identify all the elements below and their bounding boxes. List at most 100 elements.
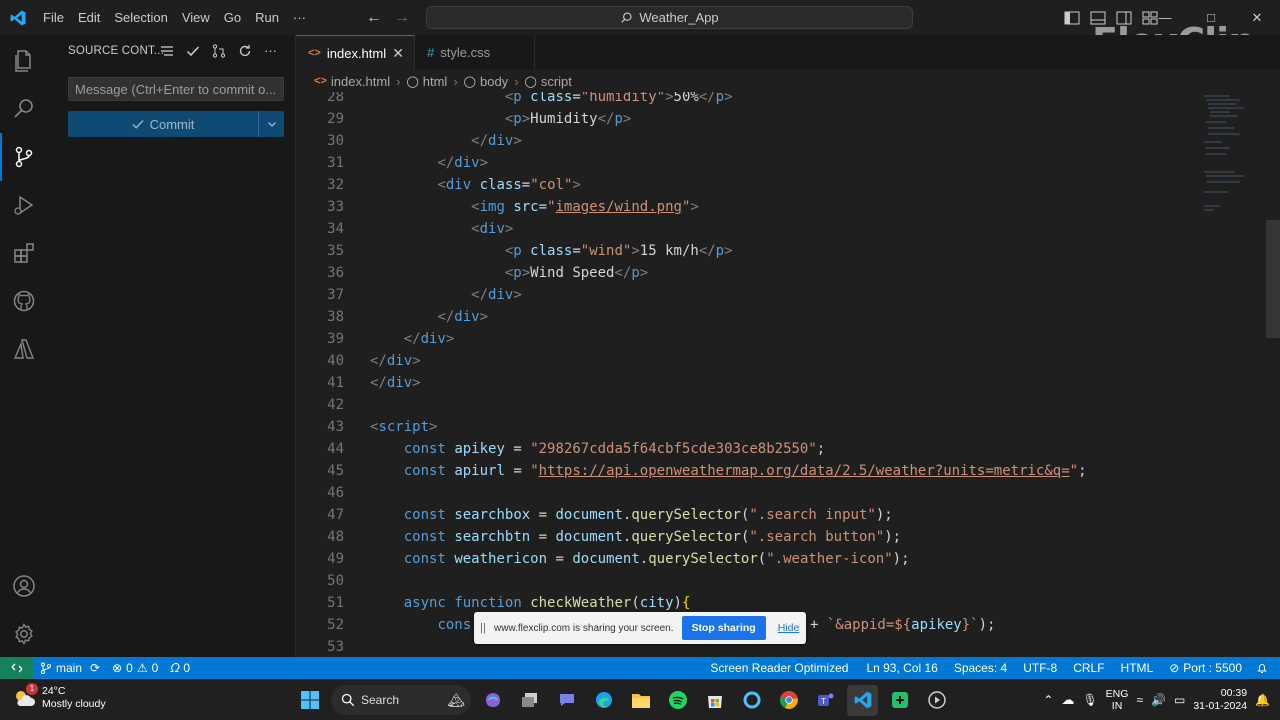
code-line: 48 const searchbtn = document.querySelec… [327,529,902,545]
hide-link[interactable]: Hide [778,622,800,634]
input-language[interactable]: ENG IN [1106,688,1129,712]
stop-sharing-button[interactable]: Stop sharing [681,616,766,640]
screen-reader-mode[interactable]: Screen Reader Optimized [704,661,858,675]
run-debug-icon[interactable] [0,181,48,229]
chevron-right-icon: › [396,73,401,89]
title-bar: File Edit Selection View Go Run ··· ← → … [0,0,1280,35]
live-server-port[interactable]: ⊘ Port : 5500 [1161,661,1250,675]
task-view-icon[interactable] [514,685,545,716]
breadcrumb-file[interactable]: index.html [331,74,390,89]
forward-arrow-icon[interactable]: → [394,9,410,27]
search-activity-icon[interactable] [0,85,48,133]
indentation[interactable]: Spaces: 4 [946,661,1015,675]
teams-chat-icon[interactable] [551,685,582,716]
clock[interactable]: 00:39 31-01-2024 [1193,687,1247,713]
notifications-bell-icon[interactable] [1250,662,1280,674]
commit-button[interactable]: Commit [68,111,284,137]
back-arrow-icon[interactable]: ← [366,9,382,27]
wifi-icon[interactable]: ≈ [1136,693,1143,707]
more-actions-icon[interactable]: ··· [264,43,277,58]
tab-style-css[interactable]: # style.css [415,35,535,70]
cursor-position[interactable]: Ln 93, Col 16 [858,661,945,675]
status-bar: main ⟳ ⊗ 0 ⚠ 0 𝛺 0 Screen Reader Optimiz… [0,657,1280,679]
refresh-icon[interactable] [238,44,252,58]
ports-indicator[interactable]: 𝛺 0 [164,661,196,676]
game-app-icon[interactable] [884,685,915,716]
scrollbar-thumb[interactable] [1266,220,1280,338]
menu-view[interactable]: View [175,0,217,35]
breadcrumb-script[interactable]: script [541,74,572,89]
block-icon: ⊘ [1169,661,1180,675]
file-explorer-icon[interactable] [625,685,656,716]
edge-icon[interactable] [588,685,619,716]
drag-handle[interactable]: || [474,622,492,634]
vscode-logo-icon [0,0,36,35]
weather-widget[interactable]: 1 24°C Mostly cloudy [12,683,106,711]
code-line: 28 <p class="humidity">50%</p> [327,92,733,105]
weather-temp: 24°C [42,685,66,697]
search-icon [341,693,355,707]
azure-icon[interactable] [0,325,48,373]
menu-go[interactable]: Go [217,0,248,35]
volume-icon[interactable]: 🔊 [1151,693,1166,707]
copilot-icon[interactable] [477,685,508,716]
tab-index-html[interactable]: <> index.html ✕ [296,35,415,70]
commit-check-icon[interactable] [186,44,200,58]
sync-icon[interactable]: ⟳ [90,661,100,675]
view-as-tree-icon[interactable] [160,44,174,58]
pull-request-icon[interactable] [212,43,226,58]
media-player-icon[interactable] [921,685,952,716]
cortana-ring-icon[interactable] [736,685,767,716]
battery-icon[interactable]: ▭ [1174,693,1185,707]
menu-more[interactable]: ··· [286,0,313,35]
source-control-icon[interactable] [0,133,48,181]
microphone-icon[interactable]: 🎙 [1082,693,1097,707]
menu-selection[interactable]: Selection [107,0,174,35]
spotify-icon[interactable] [662,685,693,716]
warning-count: 0 [151,661,159,675]
toggle-primary-sidebar-icon[interactable] [1064,11,1080,25]
windows-start-icon[interactable] [294,685,325,716]
commit-message-input[interactable]: Message (Ctrl+Enter to commit o... [68,77,284,101]
accounts-icon[interactable] [0,562,48,610]
close-icon[interactable]: ✕ [392,45,404,62]
clock-date: 31-01-2024 [1193,699,1248,712]
taskbar-search[interactable]: Search 🏔 [331,685,471,715]
tray-chevron-up-icon[interactable]: ⌃ [1043,693,1053,707]
onedrive-cloud-icon[interactable]: ☁ [1061,692,1074,708]
code-line: 46 [327,485,344,501]
teams-icon[interactable]: T [810,685,841,716]
notification-center-icon[interactable]: 🔔 [1255,693,1270,707]
svg-text:T: T [821,697,826,706]
code-line: 32 <div class="col"> [327,177,581,193]
code-line: 36 <p>Wind Speed</p> [327,265,649,281]
code-line: 51 async function checkWeather(city){ [327,595,691,611]
minimap[interactable] [1200,92,1270,232]
microsoft-store-icon[interactable] [699,685,730,716]
source-control-panel: SOURCE CONT... ··· Message (Ctrl+Enter t… [48,35,296,657]
end-of-line[interactable]: CRLF [1065,661,1112,675]
vscode-taskbar-icon[interactable] [847,684,878,716]
breadcrumb-body[interactable]: body [480,74,508,89]
menu-run[interactable]: Run [248,0,286,35]
code-editor[interactable]: 28 <p class="humidity">50%</p> 29 <p>Hum… [296,92,1280,657]
breadcrumb-html[interactable]: html [423,74,448,89]
extensions-icon[interactable] [0,229,48,277]
code-line: 50 [327,573,344,589]
encoding[interactable]: UTF-8 [1015,661,1065,675]
remote-indicator-icon[interactable] [0,657,34,679]
commit-dropdown-icon[interactable] [258,111,284,137]
branch-indicator[interactable]: main ⟳ [34,661,106,675]
code-line: 47 const searchbox = document.querySelec… [327,507,893,523]
settings-gear-icon[interactable] [0,610,48,658]
language-mode[interactable]: HTML [1113,661,1162,675]
menu-edit[interactable]: Edit [71,0,107,35]
activity-bar [0,35,48,657]
explorer-icon[interactable] [0,37,48,85]
problems-indicator[interactable]: ⊗ 0 ⚠ 0 [106,661,164,675]
command-center[interactable]: Weather_App [426,6,913,29]
menu-file[interactable]: File [36,0,71,35]
chrome-icon[interactable] [773,685,804,716]
html-file-icon: <> [314,75,327,87]
github-icon[interactable] [0,277,48,325]
